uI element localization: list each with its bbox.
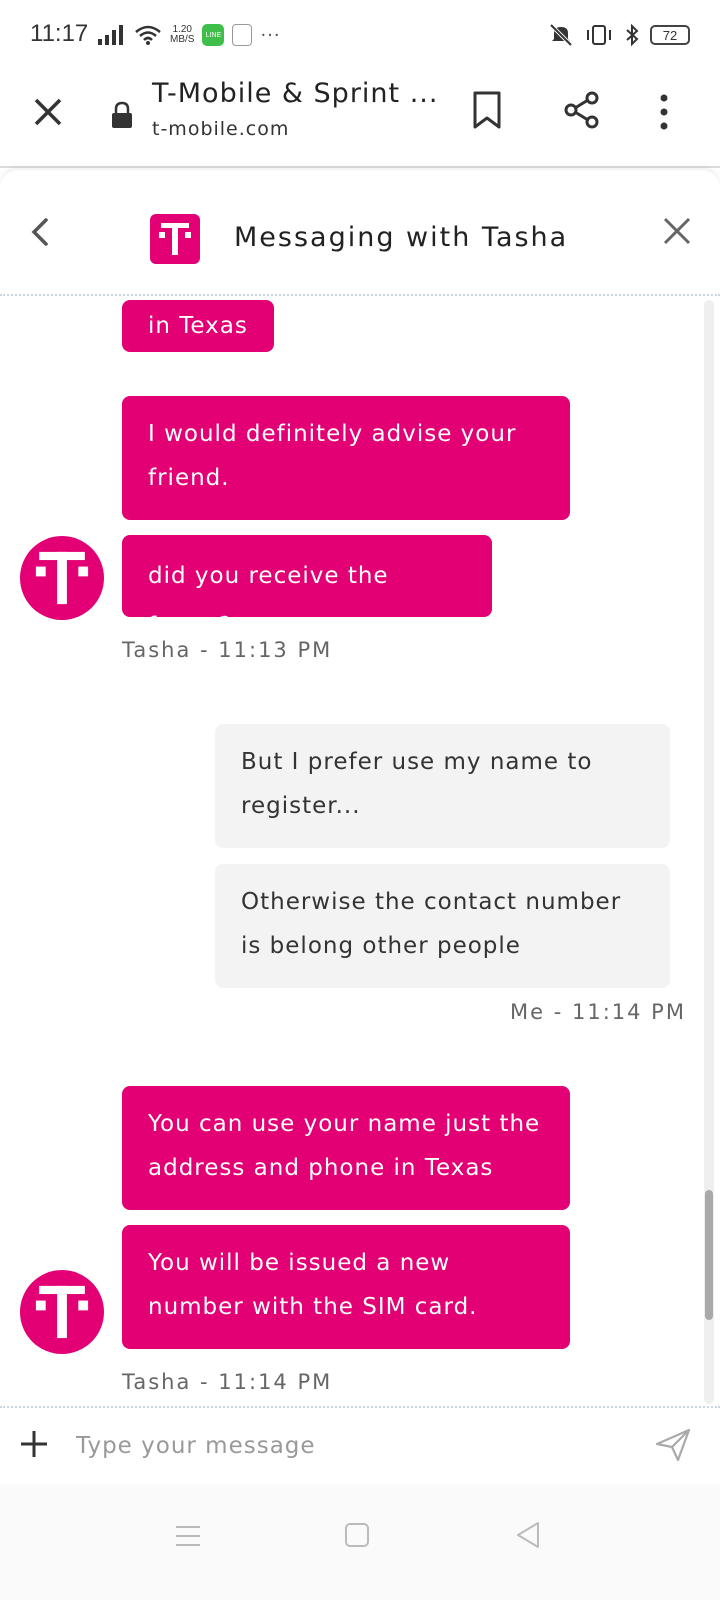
message-composer [0,1406,720,1484]
chat-header: Messaging with Tasha [0,170,720,296]
message-timestamp: Tasha - 11:14 PM [122,1370,333,1394]
mute-icon [549,23,573,47]
more-vertical-icon[interactable] [656,92,672,132]
tmobile-t-icon [35,551,89,605]
lock-icon [112,101,132,128]
page-title[interactable]: T-Mobile & Sprint ... [152,78,438,109]
chat-title: Messaging with Tasha [234,222,569,253]
notification-app-icon [232,24,253,46]
agent-message: in Texas [122,300,274,352]
agent-message: You can use your name just the address a… [122,1086,570,1210]
vibrate-icon [587,25,611,45]
message-list[interactable]: in Texas I would definitely advise your … [0,298,720,1406]
bluetooth-icon [626,23,639,47]
home-icon[interactable] [344,1522,370,1548]
network-speed: 1.20 MB/S [170,25,194,45]
scrollbar-thumb[interactable] [705,1190,713,1320]
recent-apps-icon[interactable] [174,1524,202,1548]
message-timestamp: Tasha - 11:13 PM [122,638,333,662]
my-message: But I prefer use my name to register... [215,724,670,848]
plus-icon[interactable] [18,1428,50,1460]
send-icon[interactable] [654,1426,692,1464]
chat-panel: Messaging with Tasha in Texas I would de… [0,170,720,1484]
status-left-icons: 1.20 MB/S LINE ··· [98,20,281,50]
line-app-icon: LINE [202,24,225,46]
tmobile-t-icon [35,1285,89,1339]
agent-avatar [20,536,104,620]
bookmark-icon[interactable] [470,90,504,130]
close-icon[interactable] [28,92,68,132]
agent-avatar [20,1270,104,1354]
signal-icon [98,25,123,45]
status-right-icons: 72 [548,20,690,50]
message-input[interactable] [76,1418,636,1474]
chevron-left-icon[interactable] [26,214,52,250]
close-chat-icon[interactable] [660,214,694,248]
page-url[interactable]: t-mobile.com [152,118,289,140]
browser-toolbar: T-Mobile & Sprint ... t-mobile.com [0,72,720,168]
system-nav-bar [0,1484,720,1600]
status-time: 11:17 [30,20,89,47]
line-app-label: LINE [205,31,222,39]
agent-message: I would definitely advise your friend. [122,396,570,520]
battery-icon: 72 [650,25,690,45]
network-speed-unit: MB/S [170,34,195,45]
message-timestamp: Me - 11:14 PM [510,1000,686,1024]
tmobile-logo [150,214,200,264]
my-message: Otherwise the contact number is belong o… [215,864,670,988]
back-icon[interactable] [514,1520,542,1550]
more-notifications-icon: ··· [260,24,281,46]
share-icon[interactable] [562,90,602,130]
status-bar: 11:17 1.20 MB/S LINE ··· 72 [0,0,720,72]
tmobile-t-icon [159,223,191,255]
wifi-icon [135,25,161,45]
agent-message: You will be issued a new number with the… [122,1225,570,1349]
battery-level: 72 [662,27,678,43]
agent-message: did you receive the forms? [122,535,492,639]
